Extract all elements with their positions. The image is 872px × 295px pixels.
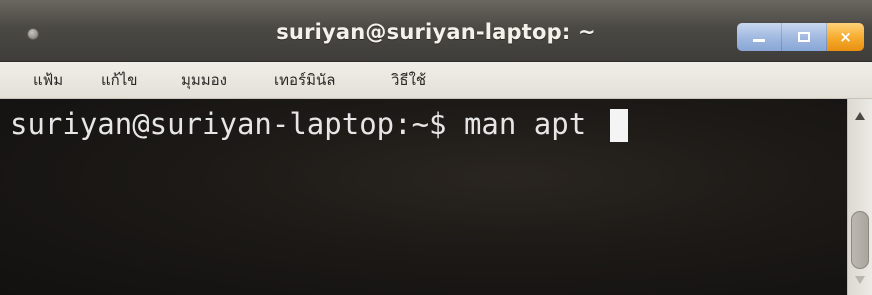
prompt-line: suriyan@suriyan-laptop:~$ man apt (10, 109, 586, 139)
window-controls: × (737, 23, 864, 51)
scrollbar-thumb[interactable] (851, 211, 869, 269)
menu-help[interactable]: วิธีใช้ (391, 70, 426, 90)
text-cursor (610, 109, 628, 142)
menu-file[interactable]: แฟ้ม (33, 70, 63, 90)
maximize-button[interactable] (782, 23, 827, 51)
terminal-window: suriyan@suriyan-laptop: ~ × แฟ้ม แก้ไข ม… (0, 0, 872, 295)
typed-command: man apt (463, 107, 587, 141)
minimize-icon (753, 39, 765, 42)
menu-terminal[interactable]: เทอร์มินัล (274, 70, 335, 90)
menu-bar: แฟ้ม แก้ไข มุมมอง เทอร์มินัล วิธีใช้ (0, 62, 872, 99)
scroll-down-arrow-icon[interactable] (855, 276, 865, 284)
terminal-output[interactable]: suriyan@suriyan-laptop:~$ man apt (0, 99, 847, 295)
menu-edit[interactable]: แก้ไข (101, 70, 138, 90)
shell-prompt: suriyan@suriyan-laptop:~$ (10, 107, 464, 141)
close-button[interactable]: × (827, 23, 864, 51)
menu-view[interactable]: มุมมอง (181, 70, 227, 90)
maximize-icon (798, 32, 810, 42)
minimize-button[interactable] (737, 23, 782, 51)
vertical-scrollbar[interactable] (847, 99, 872, 295)
scroll-up-arrow-icon[interactable] (855, 112, 865, 120)
close-icon: × (839, 28, 852, 46)
title-bar[interactable]: suriyan@suriyan-laptop: ~ × (0, 0, 872, 62)
